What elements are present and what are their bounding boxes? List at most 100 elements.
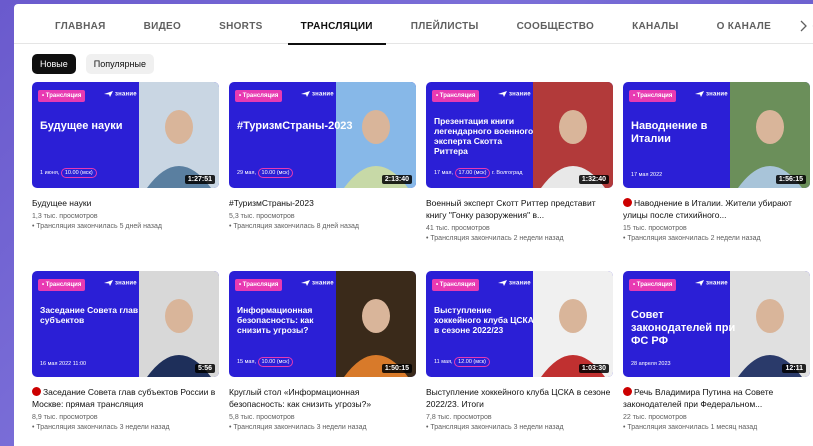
thumbnail-date: 1 июня, 10.00 (мск) — [40, 168, 97, 178]
tab-about[interactable]: О КАНАЛЕ — [698, 4, 791, 44]
thumbnail-headline: #ТуризмСтраны-2023 — [237, 120, 353, 132]
thumbnail-date: 16 мая 2022 11:00 — [40, 361, 87, 367]
live-dot-icon — [623, 387, 632, 396]
view-count: 41 тыс. просмотров — [426, 225, 490, 232]
thumbnail-headline: Совет законодателей при ФС РФ — [631, 309, 736, 347]
duration-badge: 2:13:40 — [381, 175, 412, 184]
tab-home[interactable]: ГЛАВНАЯ — [36, 4, 125, 44]
video-card[interactable]: • Трансляция знание Совет законодателей … — [623, 271, 810, 433]
thumbnail-date: 29 мая, 10.00 (мск) — [237, 168, 294, 178]
chip-newest[interactable]: Новые — [32, 54, 76, 74]
chevron-right-icon[interactable] — [799, 20, 807, 32]
thumbnail-photo — [533, 82, 613, 188]
thumbnail-photo — [139, 271, 219, 377]
plane-icon — [301, 91, 310, 97]
video-title[interactable]: Наводнение в Италии. Жители убирают улиц… — [623, 197, 810, 221]
thumbnail-headline: Будущее науки — [40, 120, 123, 132]
plane-icon — [301, 280, 310, 286]
video-card[interactable]: • Трансляция знание #ТуризмСтраны-2023 2… — [229, 82, 416, 232]
duration-badge: 1:50:15 — [381, 364, 412, 373]
brand-logo: знание — [104, 91, 137, 98]
video-thumbnail[interactable]: • Трансляция знание Заседание Совета гла… — [32, 271, 219, 377]
stream-ended: • Трансляция закончилась 3 недели назад — [426, 424, 564, 431]
duration-badge: 1:03:30 — [578, 364, 609, 373]
live-tag: • Трансляция — [38, 279, 86, 291]
plane-icon — [695, 91, 704, 97]
video-card[interactable]: • Трансляция знание Презентация книги ле… — [426, 82, 613, 244]
live-tag: • Трансляция — [38, 90, 86, 102]
thumbnail-photo — [730, 271, 810, 377]
plane-icon — [695, 280, 704, 286]
live-tag: • Трансляция — [432, 279, 480, 291]
stream-ended: • Трансляция закончилась 5 дней назад — [32, 223, 162, 230]
brand-logo: знание — [301, 91, 334, 98]
thumbnail-date: 28 апреля 2023 — [631, 361, 671, 367]
brand-logo: знание — [498, 280, 531, 287]
brand-logo: знание — [498, 91, 531, 98]
sort-chips: Новые Популярные — [14, 44, 813, 84]
video-title[interactable]: Военный эксперт Скотт Риттер представит … — [426, 197, 613, 221]
video-card[interactable]: • Трансляция знание Будущее науки 1 июня… — [32, 82, 219, 232]
thumbnail-photo — [336, 271, 416, 377]
video-title[interactable]: Будущее науки — [32, 197, 219, 209]
plane-icon — [104, 280, 113, 286]
view-count: 5,8 тыс. просмотров — [229, 414, 295, 421]
tab-shorts[interactable]: SHORTS — [200, 4, 281, 44]
tab-live[interactable]: ТРАНСЛЯЦИИ — [282, 4, 392, 45]
video-thumbnail[interactable]: • Трансляция знание Выступление хоккейно… — [426, 271, 613, 377]
live-tag: • Трансляция — [629, 90, 677, 102]
video-title[interactable]: Выступление хоккейного клуба ЦСКА в сезо… — [426, 386, 613, 410]
video-card[interactable]: • Трансляция знание Наводнение в Италии … — [623, 82, 810, 244]
thumbnail-photo — [139, 82, 219, 188]
plane-icon — [498, 91, 507, 97]
tab-community[interactable]: СООБЩЕСТВО — [498, 4, 613, 44]
video-thumbnail[interactable]: • Трансляция знание Презентация книги ле… — [426, 82, 613, 188]
thumbnail-date: 15 мая, 10.00 (мск) — [237, 357, 294, 367]
thumbnail-headline: Заседание Совета глав субъектов — [40, 305, 139, 325]
view-count: 1,3 тыс. просмотров — [32, 213, 98, 220]
live-dot-icon — [32, 387, 41, 396]
thumbnail-headline: Выступление хоккейного клуба ЦСКА в сезо… — [434, 305, 534, 335]
stream-ended: • Трансляция закончилась 2 недели назад — [623, 235, 761, 242]
duration-badge: 1:32:40 — [578, 175, 609, 184]
video-thumbnail[interactable]: • Трансляция знание Наводнение в Италии … — [623, 82, 810, 188]
view-count: 7,8 тыс. просмотров — [426, 414, 492, 421]
video-title[interactable]: Круглый стол «Информационная безопасност… — [229, 386, 416, 410]
brand-logo: знание — [104, 280, 137, 287]
live-dot-icon — [623, 198, 632, 207]
thumbnail-headline: Информационная безопасность: как снизить… — [237, 305, 314, 335]
stream-ended: • Трансляция закончилась 8 дней назад — [229, 223, 359, 230]
plane-icon — [104, 91, 113, 97]
thumbnail-date: 17 мая 2022 — [631, 172, 663, 178]
chip-popular[interactable]: Популярные — [85, 54, 154, 74]
video-card[interactable]: • Трансляция знание Выступление хоккейно… — [426, 271, 613, 433]
brand-logo: знание — [695, 280, 728, 287]
view-count: 8,9 тыс. просмотров — [32, 414, 98, 421]
tab-channels[interactable]: КАНАЛЫ — [613, 4, 698, 44]
tab-playlists[interactable]: ПЛЕЙЛИСТЫ — [392, 4, 498, 44]
brand-logo: знание — [301, 280, 334, 287]
plane-icon — [498, 280, 507, 286]
video-title[interactable]: #ТуризмСтраны-2023 — [229, 197, 416, 209]
channel-tabs: ГЛАВНАЯ ВИДЕО SHORTS ТРАНСЛЯЦИИ ПЛЕЙЛИСТ… — [14, 4, 813, 45]
channel-panel: ГЛАВНАЯ ВИДЕО SHORTS ТРАНСЛЯЦИИ ПЛЕЙЛИСТ… — [14, 4, 813, 446]
video-card[interactable]: • Трансляция знание Информационная безоп… — [229, 271, 416, 433]
view-count: 22 тыс. просмотров — [623, 414, 687, 421]
video-thumbnail[interactable]: • Трансляция знание Будущее науки 1 июня… — [32, 82, 219, 188]
tab-videos[interactable]: ВИДЕО — [125, 4, 200, 44]
stream-ended: • Трансляция закончилась 2 недели назад — [426, 235, 564, 242]
live-tag: • Трансляция — [432, 90, 480, 102]
video-thumbnail[interactable]: • Трансляция знание #ТуризмСтраны-2023 2… — [229, 82, 416, 188]
stream-ended: • Трансляция закончилась 3 недели назад — [32, 424, 170, 431]
video-thumbnail[interactable]: • Трансляция знание Информационная безоп… — [229, 271, 416, 377]
video-card[interactable]: • Трансляция знание Заседание Совета гла… — [32, 271, 219, 433]
stream-ended: • Трансляция закончилась 3 недели назад — [229, 424, 367, 431]
thumbnail-headline: Презентация книги легендарного военного … — [434, 116, 534, 156]
thumbnail-date: 11 мая, 12.00 (мск) — [434, 357, 491, 367]
thumbnail-photo — [533, 271, 613, 377]
video-title[interactable]: Заседание Совета глав субъектов России в… — [32, 386, 219, 410]
view-count: 5,3 тыс. просмотров — [229, 213, 295, 220]
video-thumbnail[interactable]: • Трансляция знание Совет законодателей … — [623, 271, 810, 377]
video-title[interactable]: Речь Владимира Путина на Совете законода… — [623, 386, 810, 410]
live-tag: • Трансляция — [235, 279, 283, 291]
